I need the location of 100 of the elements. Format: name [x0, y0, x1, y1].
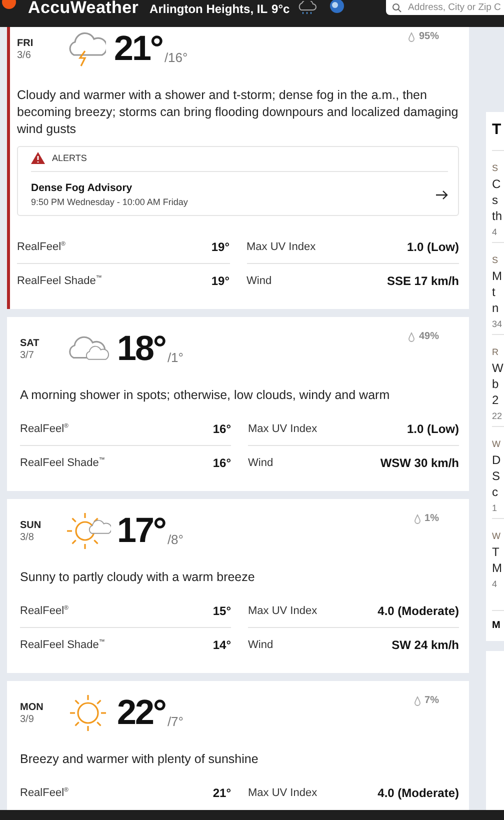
article-category: W [492, 439, 502, 449]
detail-label: Max UV Index [248, 786, 318, 798]
article-title-line: b [492, 376, 500, 392]
article-category: S [492, 255, 500, 265]
day-name: SAT [20, 338, 40, 348]
detail-value: 4.0 (Moderate) [378, 604, 459, 618]
detail-label: RealFeel$^{®}$ [20, 786, 68, 798]
precipitation-chance: 95% [418, 31, 439, 42]
warning-icon [31, 152, 45, 164]
detail-value: 16° [212, 422, 231, 436]
brand-name[interactable]: AccuWeather [28, 0, 139, 17]
sun-cloud-icon [65, 511, 111, 551]
detail-value: 14° [212, 638, 231, 652]
alert-title: Dense Fog Advisory [31, 182, 134, 194]
article-time: 34 [492, 319, 504, 329]
forecast-card[interactable]: MON 3/9 22°/7° 7% Breezy and warmer with plenty of sunshine RealFeel$^{®}$ 21° Max UV Index 4.0 (Moderate) [7, 681, 469, 810]
article-category: W [492, 531, 502, 541]
search-icon [392, 2, 402, 12]
detail-label: Wind [246, 274, 272, 286]
article-category: S [492, 163, 500, 173]
day-date: 3/7 [20, 350, 35, 360]
forecast-summary: A morning shower in spots; otherwise, low clouds, windy and warm [20, 387, 391, 404]
precipitation-chance: 7% [424, 695, 439, 706]
day-name: SUN [20, 520, 42, 530]
drop-icon [414, 696, 421, 706]
high-temperature: 18° [117, 330, 166, 368]
news-article[interactable]: W D S c 1 [492, 427, 504, 519]
forecast-summary: Cloudy and warmer with a shower and t-storm; dense fog in the a.m., then becoming breezy; storms can bring flooding downpours and localized damaging wind gusts [17, 87, 459, 138]
news-article[interactable]: S M t n 34 [492, 243, 504, 335]
detail-label: RealFeel$^{®}$ [20, 604, 68, 616]
detail-value: WSW 30 km/h [380, 456, 459, 470]
detail-value: 1.0 (Low) [406, 422, 459, 436]
forecast-card[interactable]: SUN 3/8 17°/8° 1% Sunny to partly cloudy with a warm breeze RealFeel$^{®}$ 15° Max UV Index 4.0 (Moderate) RealFeel Shade$^{™}$ 14° Wind SW 24 km/h [7, 499, 469, 673]
precipitation-chance: 49% [418, 331, 439, 342]
article-title-line: c [492, 484, 499, 500]
detail-label: Wind [248, 638, 274, 650]
detail-value: 16° [212, 456, 231, 470]
article-title-line: S [492, 468, 502, 484]
article-title-line: n [492, 300, 500, 316]
low-temperature: /8° [167, 532, 184, 547]
high-temperature: 22° [117, 694, 166, 732]
detail-label: RealFeel Shade$^{™}$ [20, 638, 105, 650]
forecast-card[interactable] [7, 27, 469, 309]
day-date: 3/6 [17, 50, 32, 60]
news-article[interactable]: R W b 2 22 [492, 335, 504, 427]
current-temperature: 9°c [272, 2, 290, 16]
detail-value: 4.0 (Moderate) [378, 786, 459, 800]
article-time: 4 [492, 579, 498, 589]
article-category: R [492, 347, 500, 357]
detail-value: 15° [212, 604, 231, 618]
article-title-line: D [492, 452, 502, 468]
day-date: 3/9 [20, 714, 35, 724]
forecast-card[interactable]: SAT 3/7 18°/1° 49% A morning shower in spots; otherwise, low clouds, windy and warm RealFeel$^{®}$ 16° Max UV Index 1.0 (Low) RealFeel Shade$^{™}$ 16° Wind WSW 30 km/h [7, 317, 469, 491]
detail-label: RealFeel Shade$^{™}$ [20, 456, 105, 468]
article-title-line: T [492, 544, 500, 560]
day-date: 3/8 [20, 532, 35, 542]
article-time: 1 [492, 503, 498, 513]
article-title-line: s [492, 192, 499, 208]
article-title-line: W [492, 360, 504, 376]
article-title-line: th [492, 208, 504, 224]
detail-label: Max UV Index [246, 240, 316, 252]
forecast-summary: Sunny to partly cloudy with a warm breeze [20, 569, 256, 586]
panel-heading: T [492, 112, 504, 151]
article-time: 4 [492, 227, 498, 237]
alert-panel[interactable]: ALERTS Dense Fog Advisory 9:50 PM Wednesday - 10:00 AM Friday [17, 146, 459, 216]
drop-icon [408, 32, 415, 42]
search-field[interactable]: Address, City or Zip C [386, 0, 504, 15]
low-temperature: /16° [164, 50, 188, 65]
low-temperature: /1° [167, 350, 184, 365]
detail-value: SSE 17 km/h [386, 274, 459, 288]
article-title-line: C [492, 176, 502, 192]
more-link[interactable]: M [492, 611, 504, 641]
detail-label: Max UV Index [248, 604, 318, 616]
detail-value: SW 24 km/h [392, 638, 459, 652]
drop-icon [408, 332, 415, 342]
precipitation-chance: 1% [424, 513, 439, 524]
circle-logo-icon[interactable] [328, 0, 346, 14]
forecast-summary: Breezy and warmer with plenty of sunshine [20, 751, 260, 768]
detail-value: 21° [212, 786, 231, 800]
day-name: MON [20, 702, 44, 712]
detail-label: RealFeel$^{®}$ [20, 422, 68, 434]
news-article[interactable]: S C s th 4 [492, 151, 504, 243]
article-time: 22 [492, 411, 504, 421]
news-article[interactable]: W T M 4 [492, 519, 504, 611]
low-temperature: /7° [167, 714, 184, 729]
alert-time: 9:50 PM Wednesday - 10:00 AM Friday [31, 197, 188, 207]
alerts-heading: ALERTS [52, 153, 87, 163]
detail-label: Max UV Index [248, 422, 318, 434]
article-title-line: 2 [492, 392, 500, 408]
drop-icon [414, 514, 421, 524]
right-arrow-icon[interactable] [436, 190, 448, 200]
location-name[interactable]: Arlington Heights, IL [150, 2, 268, 16]
article-title-line: M [492, 560, 503, 576]
detail-label: RealFeel$^{®}$ [17, 240, 66, 252]
article-title-line: t [492, 284, 496, 300]
detail-value: 1.0 (Low) [406, 240, 459, 254]
detail-value: 19° [211, 240, 230, 254]
day-name: FRI [17, 38, 34, 48]
article-title-line: M [492, 268, 503, 284]
detail-label: Wind [248, 456, 274, 468]
